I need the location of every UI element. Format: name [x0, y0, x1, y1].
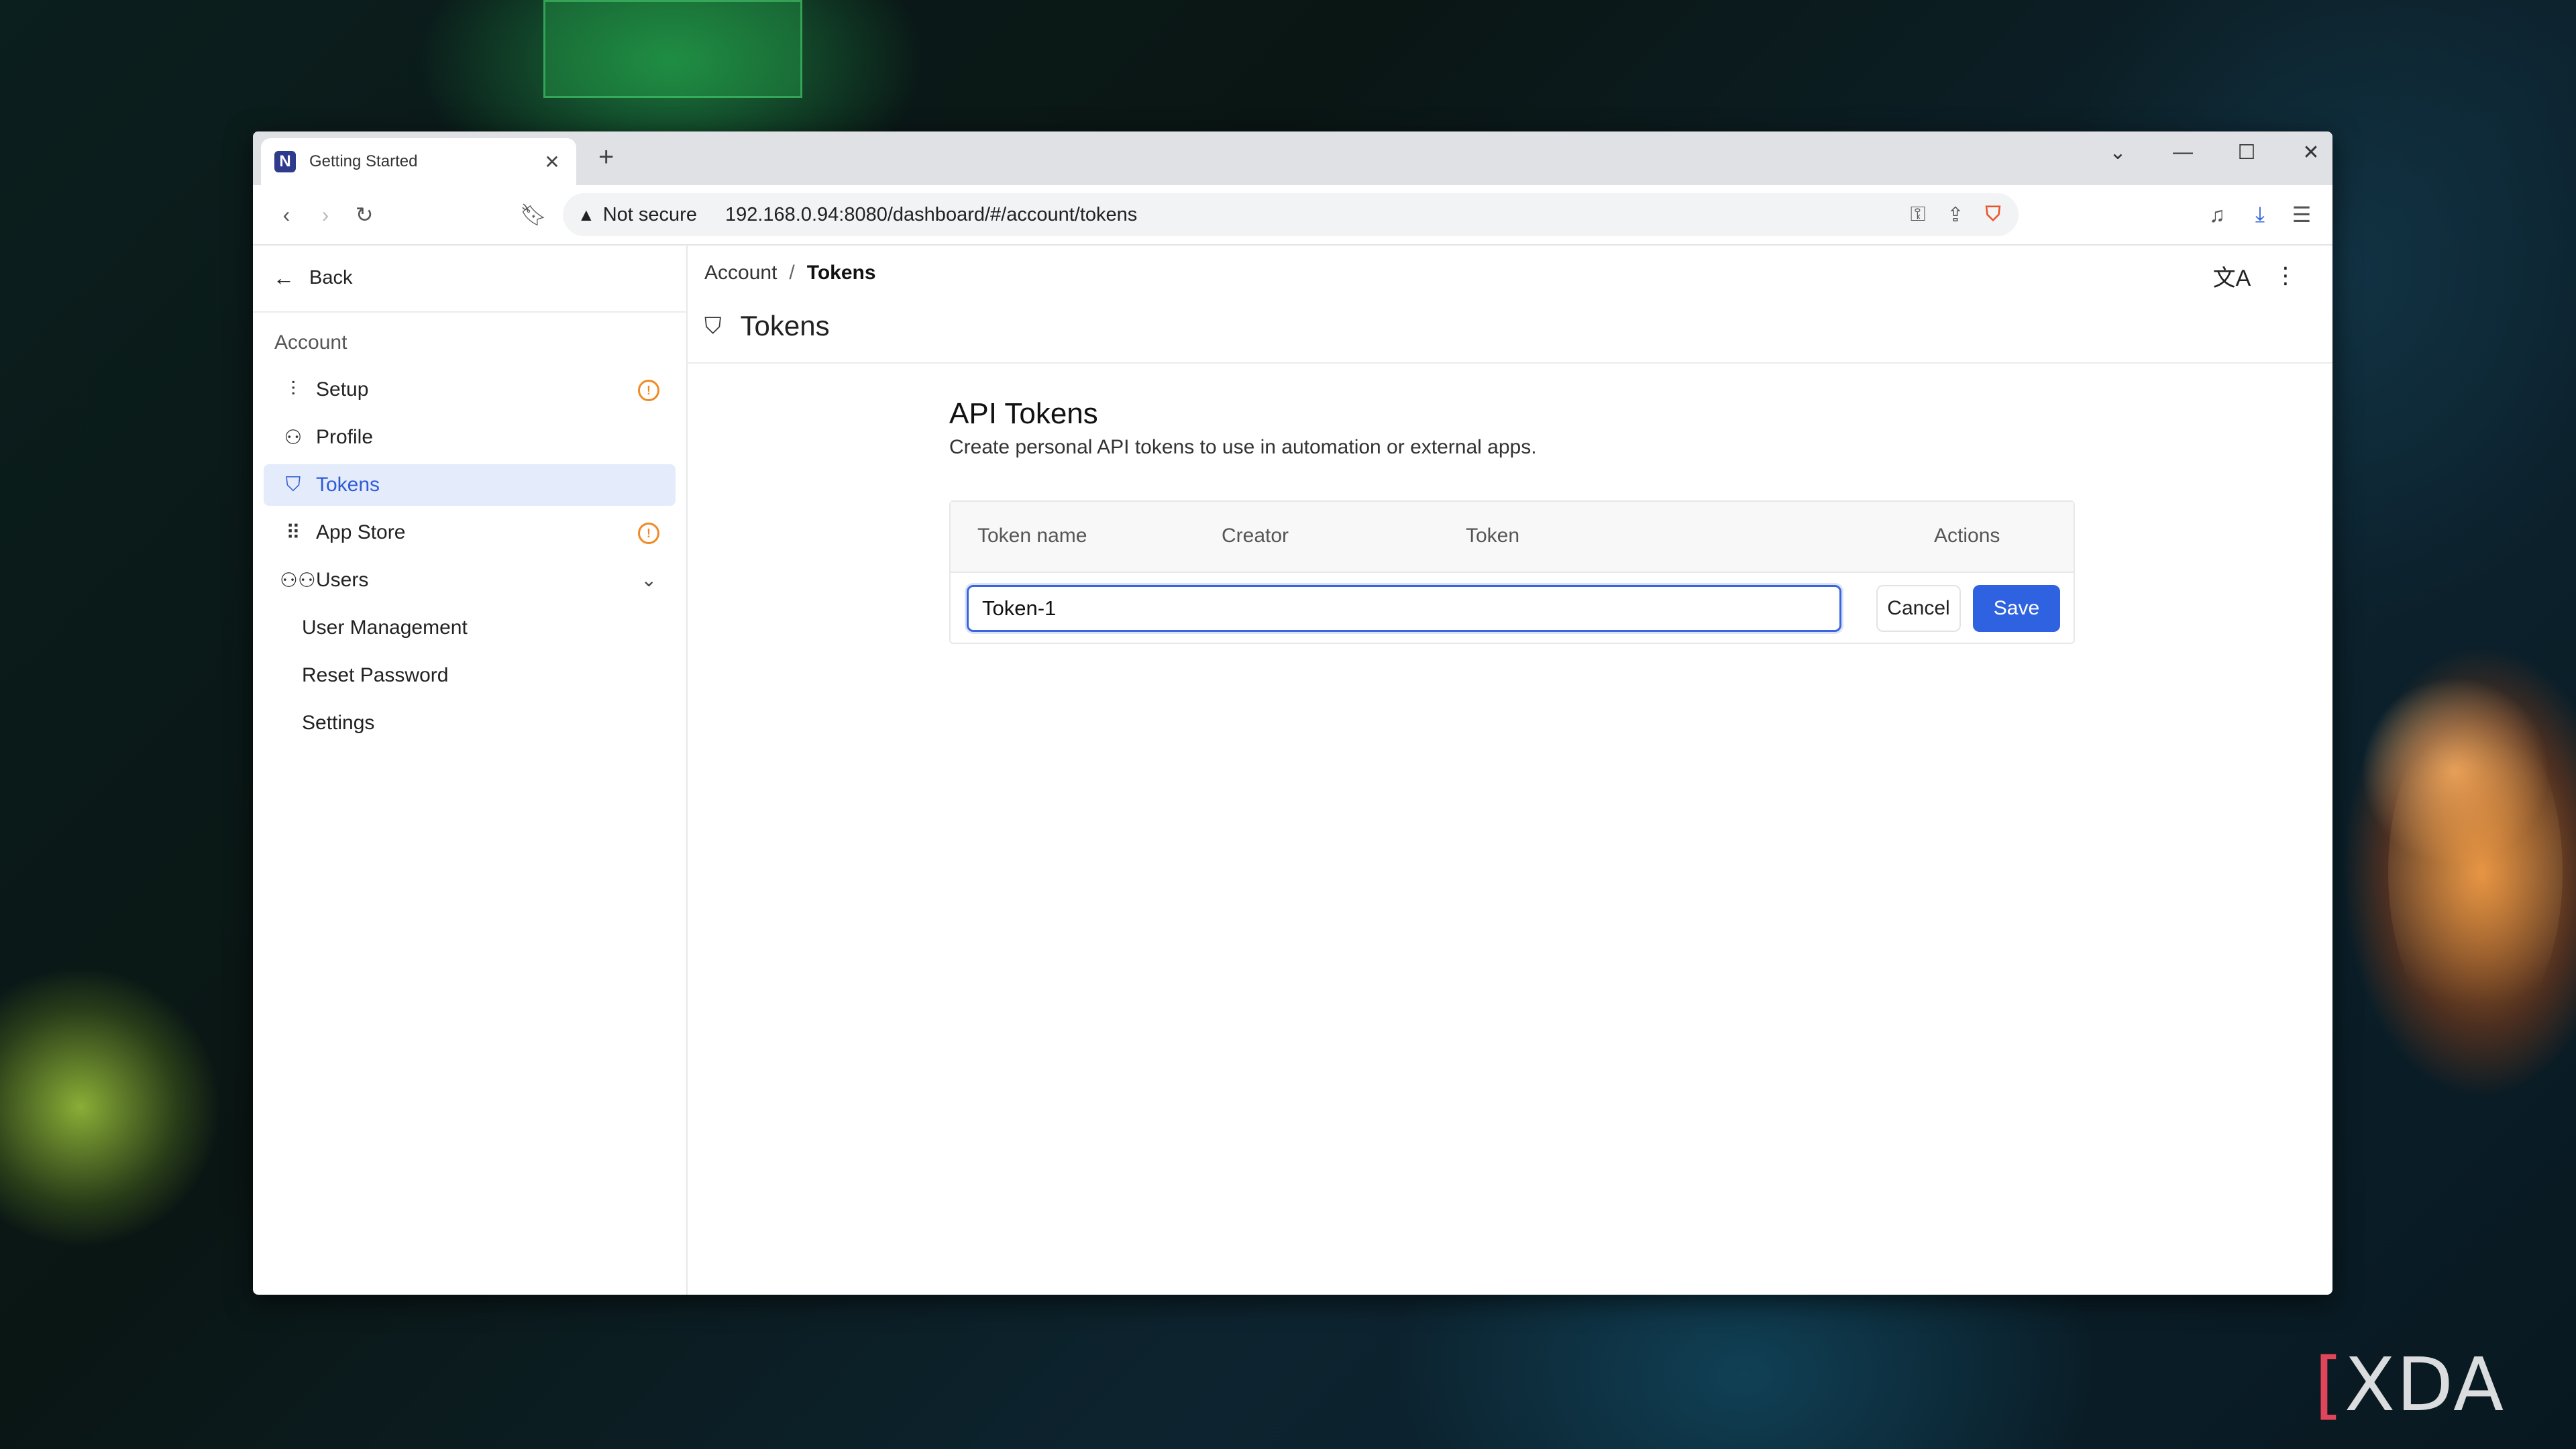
warning-badge-icon: ! — [638, 380, 659, 401]
address-bar-actions: ⚿ ⇪ ⛉ — [1899, 197, 2012, 232]
new-tab-button[interactable]: + — [598, 142, 614, 172]
reload-icon[interactable]: ↻ — [348, 199, 380, 231]
more-vertical-icon[interactable]: ⋮ — [2259, 259, 2312, 292]
sidebar-subitem-reset-password[interactable]: Reset Password — [302, 664, 448, 687]
tab-bar: N Getting Started ✕ + ⌄ — ☐ ✕ — [253, 131, 2332, 185]
download-icon[interactable]: ⤓ — [2244, 199, 2276, 231]
breadcrumb-current: Tokens — [806, 262, 876, 284]
key-icon[interactable]: ⚿ — [1899, 197, 1937, 232]
user-icon: ⚇ — [284, 426, 303, 449]
sidebar-section-label: Account — [274, 331, 347, 354]
sidebar-item-app-store[interactable]: ⠿ App Store ! — [264, 512, 676, 553]
chevron-down-icon: ⌄ — [641, 570, 657, 590]
token-name-input[interactable] — [967, 585, 1841, 632]
page-title-text: Tokens — [740, 310, 830, 341]
url-text[interactable]: 192.168.0.94:8080/dashboard/#/account/to… — [725, 204, 1137, 226]
minimize-button[interactable]: — — [2166, 141, 2200, 164]
sidebar-divider — [253, 311, 686, 313]
warning-badge-icon: ! — [638, 523, 659, 544]
shield-icon: ⛉ — [285, 474, 301, 496]
address-bar[interactable]: ▲ Not secure 192.168.0.94:8080/dashboard… — [563, 193, 2019, 236]
back-arrow-icon[interactable]: ‹ — [270, 199, 303, 231]
sidebar-item-tokens[interactable]: ⛉ Tokens — [264, 464, 676, 506]
page-title: ⛉ Tokens — [704, 310, 830, 342]
save-button[interactable]: Save — [1973, 585, 2060, 632]
close-tab-icon[interactable]: ✕ — [541, 151, 563, 173]
translate-icon[interactable]: 文A — [2205, 259, 2259, 292]
column-header-token: Token — [1466, 525, 1520, 547]
sidebar-item-profile[interactable]: ⚇ Profile — [264, 417, 676, 458]
sidebar-item-label: Users — [316, 569, 369, 591]
section-title: API Tokens — [949, 397, 1098, 430]
breadcrumb-parent[interactable]: Account — [704, 262, 777, 284]
section-description: Create personal API tokens to use in aut… — [949, 436, 1537, 458]
sidebar-item-setup[interactable]: ⫶ Setup ! — [264, 369, 676, 411]
browser-window: N Getting Started ✕ + ⌄ — ☐ ✕ ‹ › ↻ 🔖︎ ▲… — [253, 131, 2332, 1295]
breadcrumb: Account / Tokens — [704, 262, 876, 284]
table-header: Token name Creator Token Actions — [951, 502, 2074, 573]
sidebar: ← Back Account ⫶ Setup ! ⚇ Profile ⛉ Tok… — [253, 244, 688, 1295]
security-indicator[interactable]: ▲ Not secure — [578, 204, 697, 226]
close-window-button[interactable]: ✕ — [2294, 141, 2328, 164]
sidebar-item-users[interactable]: ⚇⚇ Users ⌄ — [264, 559, 676, 601]
header-divider — [688, 362, 2332, 364]
background-planet-glow — [2388, 704, 2563, 1040]
media-music-icon[interactable]: ♫ — [2201, 199, 2233, 231]
cancel-button[interactable]: Cancel — [1876, 585, 1961, 632]
browser-tab[interactable]: N Getting Started ✕ — [261, 138, 576, 185]
page-content: ← Back Account ⫶ Setup ! ⚇ Profile ⛉ Tok… — [253, 244, 2332, 1295]
background-screen-panel — [543, 0, 802, 98]
column-header-token-name: Token name — [977, 525, 1087, 547]
back-label: Back — [309, 266, 353, 288]
tab-search-chevron-icon[interactable]: ⌄ — [2101, 141, 2135, 164]
back-button[interactable]: ← Back — [273, 258, 352, 298]
header-actions: 文A ⋮ — [2205, 259, 2312, 292]
sidebar-item-label: Profile — [316, 426, 374, 448]
sliders-icon: ⫶ — [290, 378, 296, 400]
column-header-creator: Creator — [1222, 525, 1289, 547]
security-label: Not secure — [602, 203, 697, 225]
warning-triangle-icon: ▲ — [578, 204, 595, 225]
column-header-actions: Actions — [1934, 525, 2000, 547]
menu-hamburger-icon[interactable]: ☰ — [2286, 199, 2318, 231]
maximize-button[interactable]: ☐ — [2230, 141, 2263, 164]
app-favicon-icon: N — [274, 151, 296, 172]
brave-shield-icon[interactable]: ⛉ — [1974, 197, 2012, 232]
browser-toolbar: ‹ › ↻ 🔖︎ ▲ Not secure 192.168.0.94:8080/… — [253, 185, 2332, 246]
share-icon[interactable]: ⇪ — [1937, 197, 1974, 232]
sidebar-item-label: Setup — [316, 378, 369, 400]
bookmark-icon[interactable]: 🔖︎ — [517, 199, 549, 231]
sidebar-item-label: App Store — [316, 521, 406, 543]
sidebar-item-label: Tokens — [316, 474, 380, 496]
grid-icon: ⠿ — [286, 521, 301, 544]
tab-title: Getting Started — [309, 152, 418, 170]
forward-arrow-icon[interactable]: › — [309, 199, 341, 231]
sidebar-subitem-settings[interactable]: Settings — [302, 712, 374, 735]
breadcrumb-separator: / — [789, 262, 795, 284]
shield-icon: ⛉ — [704, 313, 722, 339]
tokens-table: Token name Creator Token Actions Cancel … — [949, 500, 2075, 644]
users-icon: ⚇⚇ — [280, 569, 316, 592]
sidebar-subitem-user-management[interactable]: User Management — [302, 616, 468, 639]
xda-watermark: [XDA — [2314, 1342, 2506, 1428]
main-panel: Account / Tokens 文A ⋮ ⛉ Tokens API Token… — [688, 244, 2332, 1295]
arrow-left-icon: ← — [273, 265, 294, 290]
